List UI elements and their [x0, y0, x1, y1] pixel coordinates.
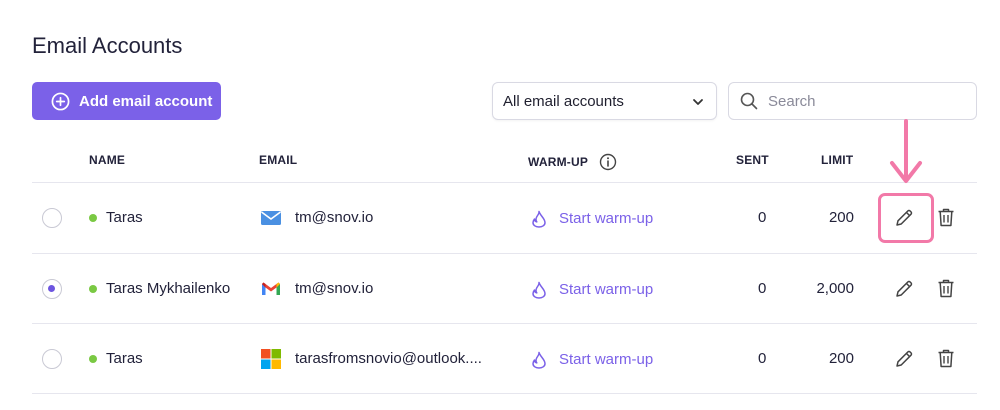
limit-value: 2,000: [816, 280, 854, 297]
sent-count: 0: [758, 280, 767, 297]
account-email: tarasfromsnovio@outlook....: [295, 350, 482, 367]
row-select-radio[interactable]: [42, 349, 62, 369]
info-icon[interactable]: [599, 153, 617, 171]
limit-value: 200: [828, 350, 854, 367]
start-warmup-link[interactable]: Start warm-up: [531, 208, 653, 228]
account-email: tm@snov.io: [295, 209, 374, 226]
row-divider: [32, 393, 977, 394]
edit-pencil-icon[interactable]: [894, 279, 914, 299]
search-input[interactable]: [768, 92, 958, 110]
account-name: Taras: [106, 209, 143, 226]
column-header-email[interactable]: EMAIL: [259, 153, 297, 167]
microsoft-icon: [260, 348, 282, 370]
edit-pencil-icon[interactable]: [894, 349, 914, 369]
status-dot: [89, 214, 97, 222]
sent-count: 0: [758, 350, 767, 367]
add-email-account-label: Add email account: [79, 92, 213, 110]
row-select-radio[interactable]: [42, 279, 62, 299]
search-box[interactable]: [728, 82, 977, 120]
trash-icon[interactable]: [937, 348, 955, 369]
column-header-warmup[interactable]: WARM-UP: [528, 153, 617, 171]
trash-icon[interactable]: [937, 278, 955, 299]
row-select-radio[interactable]: [42, 208, 62, 228]
start-warmup-link[interactable]: Start warm-up: [531, 279, 653, 299]
account-email: tm@snov.io: [295, 280, 374, 297]
column-header-limit[interactable]: LIMIT: [821, 153, 853, 167]
sent-count: 0: [758, 209, 767, 226]
status-dot: [89, 285, 97, 293]
mail-envelope-icon: [260, 207, 282, 229]
flame-icon: [531, 351, 547, 369]
flame-icon: [531, 281, 547, 299]
start-warmup-label: Start warm-up: [559, 209, 654, 227]
table-row[interactable]: Taras tm@snov.io Start warm-up 0 200: [32, 183, 977, 253]
table-row[interactable]: Taras tarasfromsnovio@outlook.... Start …: [32, 324, 977, 394]
column-header-warmup-label: WARM-UP: [528, 155, 589, 169]
column-header-sent[interactable]: SENT: [736, 153, 769, 167]
status-dot: [89, 355, 97, 363]
limit-value: 200: [828, 209, 854, 226]
flame-icon: [531, 210, 547, 228]
chevron-down-icon: [691, 95, 705, 109]
plus-circle-icon: [51, 92, 70, 111]
start-warmup-label: Start warm-up: [559, 350, 654, 368]
page-title: Email Accounts: [32, 33, 183, 58]
start-warmup-link[interactable]: Start warm-up: [531, 349, 653, 369]
gmail-icon: [260, 278, 282, 300]
account-name: Taras Mykhailenko: [106, 280, 231, 297]
annotation-arrow-icon: [888, 119, 924, 185]
account-filter-select[interactable]: All email accounts: [492, 82, 717, 120]
annotation-highlight-box: [878, 193, 934, 243]
account-filter-value: All email accounts: [503, 92, 624, 110]
search-icon: [739, 91, 759, 111]
start-warmup-label: Start warm-up: [559, 280, 654, 298]
add-email-account-button[interactable]: Add email account: [32, 82, 221, 120]
trash-icon[interactable]: [937, 207, 955, 228]
account-name: Taras: [106, 350, 143, 367]
table-row[interactable]: Taras Mykhailenko tm@snov.io Start warm-…: [32, 254, 977, 324]
column-header-name[interactable]: NAME: [89, 153, 125, 167]
